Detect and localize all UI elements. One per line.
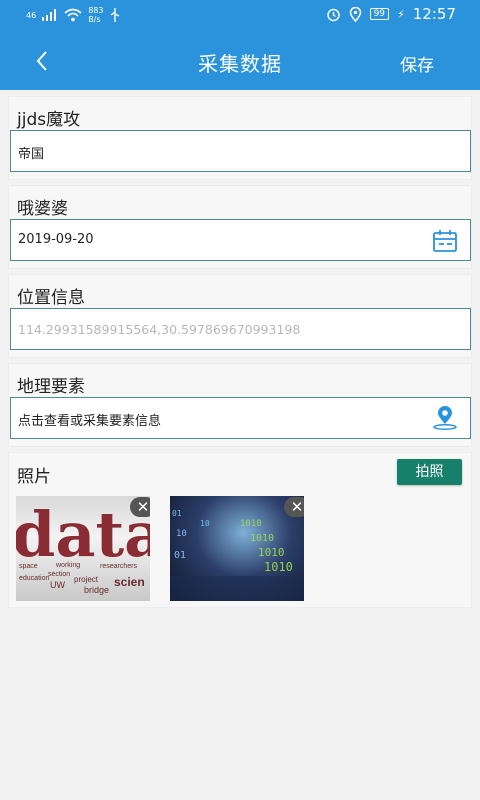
svg-text:scien: scien xyxy=(114,575,145,589)
clock: 12:57 xyxy=(412,5,456,23)
svg-text:10: 10 xyxy=(176,529,187,539)
usb-icon xyxy=(111,8,120,22)
charging-icon: ⚡ xyxy=(397,7,405,21)
photo-card: 照片 拍照 data space working researchers sec… xyxy=(8,452,472,608)
photo-label: 照片 xyxy=(17,467,51,487)
date-input[interactable]: 2019-09-20 xyxy=(10,219,471,261)
svg-text:section: section xyxy=(48,571,70,578)
field-placeholder: 114.29931589915564,30.597869670993198 xyxy=(18,322,301,337)
remove-photo-button[interactable]: ✕ xyxy=(284,497,304,517)
alarm-icon xyxy=(326,8,340,21)
svg-text:space: space xyxy=(19,563,38,570)
wifi-icon xyxy=(64,8,82,22)
svg-text:1010: 1010 xyxy=(240,519,262,529)
take-photo-button[interactable]: 拍照 xyxy=(397,459,462,485)
field-card-4: 地理要素 点击查看或采集要素信息 xyxy=(8,363,472,447)
battery-indicator: 99 xyxy=(369,8,390,20)
status-bar: 46 883 B/s 99 ⚡ 12:57 xyxy=(0,0,480,32)
svg-text:01: 01 xyxy=(172,509,182,518)
photo-thumbnail-2[interactable]: 1010 1010 1010 1010 01 10 01 10 ✕ xyxy=(170,496,304,601)
field-value: 帝国 xyxy=(18,147,45,162)
svg-text:01: 01 xyxy=(174,550,186,561)
calendar-icon[interactable] xyxy=(432,228,458,254)
field-label: 地理要素 xyxy=(17,377,85,397)
svg-text:1010: 1010 xyxy=(250,533,274,544)
svg-text:10: 10 xyxy=(200,519,210,528)
field-card-2: 哦婆婆 2019-09-20 xyxy=(8,185,472,269)
field-value: 2019-09-20 xyxy=(18,232,94,247)
svg-text:bridge: bridge xyxy=(84,585,109,595)
field-card-3: 位置信息 114.29931589915564,30.5978696709931… xyxy=(8,274,472,358)
network-speed: 883 B/s xyxy=(88,6,104,24)
photo-image: data space working researchers section p… xyxy=(16,498,150,595)
svg-text:project: project xyxy=(74,575,99,584)
svg-text:researchers: researchers xyxy=(100,563,137,570)
location-pin-icon[interactable] xyxy=(432,405,458,431)
svg-text:1010: 1010 xyxy=(258,546,285,559)
app-bar: 采集数据 保存 xyxy=(0,32,480,90)
svg-text:working: working xyxy=(55,562,80,569)
signal-icon xyxy=(42,9,57,21)
field-hint: 点击查看或采集要素信息 xyxy=(18,414,162,429)
field-card-1: jjds魔攻 帝国 xyxy=(8,96,472,180)
location-input[interactable]: 114.29931589915564,30.597869670993198 xyxy=(10,308,471,350)
field-label: jjds魔攻 xyxy=(17,110,81,130)
photo-thumbnail-1[interactable]: data space working researchers section p… xyxy=(16,496,150,601)
field-label: 位置信息 xyxy=(17,288,85,308)
text-input[interactable]: 帝国 xyxy=(10,130,471,172)
svg-text:UW: UW xyxy=(50,580,65,590)
remove-photo-button[interactable]: ✕ xyxy=(130,497,150,517)
network-label: 46 xyxy=(26,10,37,20)
svg-text:1010: 1010 xyxy=(264,560,293,574)
geo-element-input[interactable]: 点击查看或采集要素信息 xyxy=(10,397,471,439)
location-status-icon xyxy=(349,6,361,22)
field-label: 哦婆婆 xyxy=(17,199,68,219)
save-button[interactable]: 保存 xyxy=(400,51,434,76)
svg-text:education: education xyxy=(19,575,49,582)
photo-image: 1010 1010 1010 1010 01 10 01 10 xyxy=(170,509,304,601)
